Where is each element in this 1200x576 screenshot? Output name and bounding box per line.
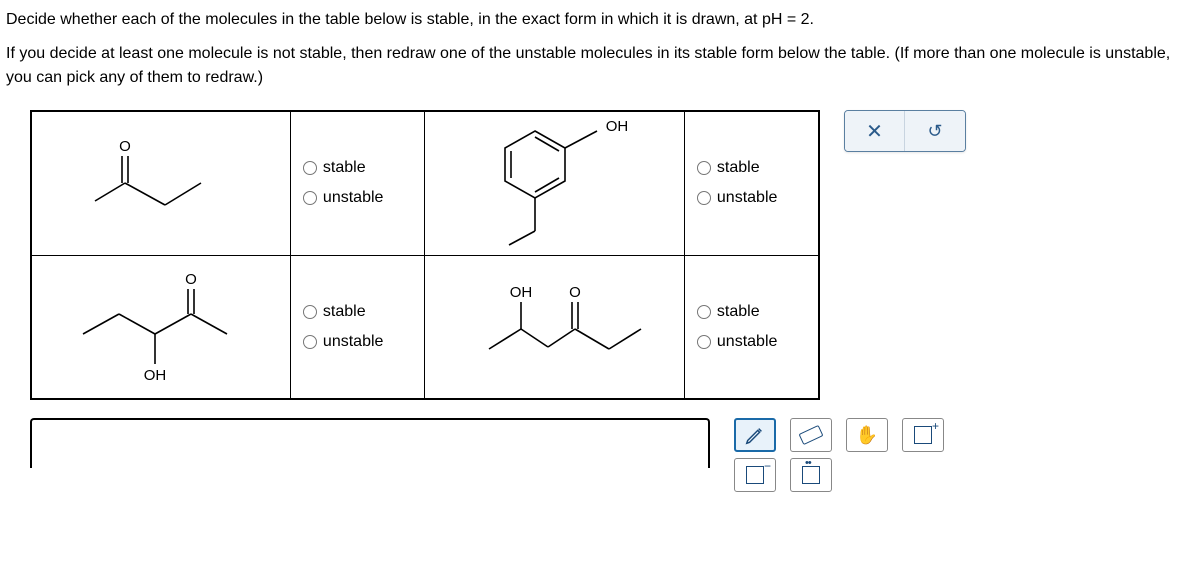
unstable-option-4[interactable]: unstable	[697, 333, 806, 351]
svg-text:O: O	[119, 138, 131, 155]
svg-text:O: O	[185, 271, 197, 288]
molecule-3-svg: O OH	[51, 262, 271, 392]
eraser-tool[interactable]	[790, 418, 832, 452]
eraser-icon	[798, 425, 823, 445]
unstable-label: unstable	[717, 333, 778, 351]
unstable-option-2[interactable]: unstable	[697, 189, 806, 207]
unstable-radio-2[interactable]	[697, 191, 711, 205]
unstable-option-1[interactable]: unstable	[303, 189, 413, 207]
stable-radio-3[interactable]	[303, 305, 317, 319]
molecule-cell-2: OH	[425, 111, 684, 255]
square-plus-icon	[914, 426, 932, 444]
reset-icon: ↺	[927, 121, 942, 142]
instruction-line-1: Decide whether each of the molecules in …	[6, 8, 1194, 32]
unstable-radio-4[interactable]	[697, 335, 711, 349]
unstable-radio-1[interactable]	[303, 191, 317, 205]
square-dots-icon	[802, 466, 820, 484]
stable-option-2[interactable]: stable	[697, 159, 806, 177]
stable-radio-1[interactable]	[303, 161, 317, 175]
drawing-canvas[interactable]	[30, 418, 710, 468]
stable-option-1[interactable]: stable	[303, 159, 413, 177]
hand-icon: ✋	[856, 425, 878, 446]
charge-minus-tool[interactable]	[734, 458, 776, 492]
stable-radio-4[interactable]	[697, 305, 711, 319]
molecule-cell-3: O OH	[31, 255, 290, 399]
svg-text:OH: OH	[605, 118, 628, 135]
options-cell-1: stable unstable	[290, 111, 425, 255]
molecule-4-svg: OH O	[445, 267, 665, 387]
options-cell-2: stable unstable	[684, 111, 819, 255]
options-cell-3: stable unstable	[290, 255, 425, 399]
stable-label: stable	[323, 303, 366, 321]
x-icon: ✕	[866, 119, 883, 144]
molecule-table: O stable unstable	[30, 110, 820, 400]
reset-button[interactable]: ↺	[905, 111, 965, 151]
svg-text:O: O	[569, 284, 581, 301]
stable-radio-2[interactable]	[697, 161, 711, 175]
pencil-icon	[744, 424, 766, 446]
stable-option-4[interactable]: stable	[697, 303, 806, 321]
svg-text:OH: OH	[509, 284, 532, 301]
options-cell-4: stable unstable	[684, 255, 819, 399]
unstable-label: unstable	[323, 189, 384, 207]
unstable-option-3[interactable]: unstable	[303, 333, 413, 351]
clear-button[interactable]: ✕	[845, 111, 905, 151]
svg-text:OH: OH	[144, 367, 167, 384]
unstable-label: unstable	[717, 189, 778, 207]
molecule-cell-4: OH O	[425, 255, 684, 399]
stable-label: stable	[717, 159, 760, 177]
hand-tool[interactable]: ✋	[846, 418, 888, 452]
instructions: Decide whether each of the molecules in …	[6, 8, 1194, 90]
unstable-radio-3[interactable]	[303, 335, 317, 349]
molecule-1-svg: O	[71, 123, 251, 243]
charge-plus-tool[interactable]	[902, 418, 944, 452]
drawing-toolbar: ✋	[734, 418, 944, 492]
lone-pair-tool[interactable]	[790, 458, 832, 492]
square-minus-icon	[746, 466, 764, 484]
unstable-label: unstable	[323, 333, 384, 351]
instruction-line-2: If you decide at least one molecule is n…	[6, 42, 1194, 90]
stable-option-3[interactable]: stable	[303, 303, 413, 321]
molecule-2-svg: OH	[445, 113, 665, 253]
action-buttons: ✕ ↺	[844, 110, 966, 152]
stable-label: stable	[323, 159, 366, 177]
molecule-cell-1: O	[31, 111, 290, 255]
pencil-tool[interactable]	[734, 418, 776, 452]
stable-label: stable	[717, 303, 760, 321]
